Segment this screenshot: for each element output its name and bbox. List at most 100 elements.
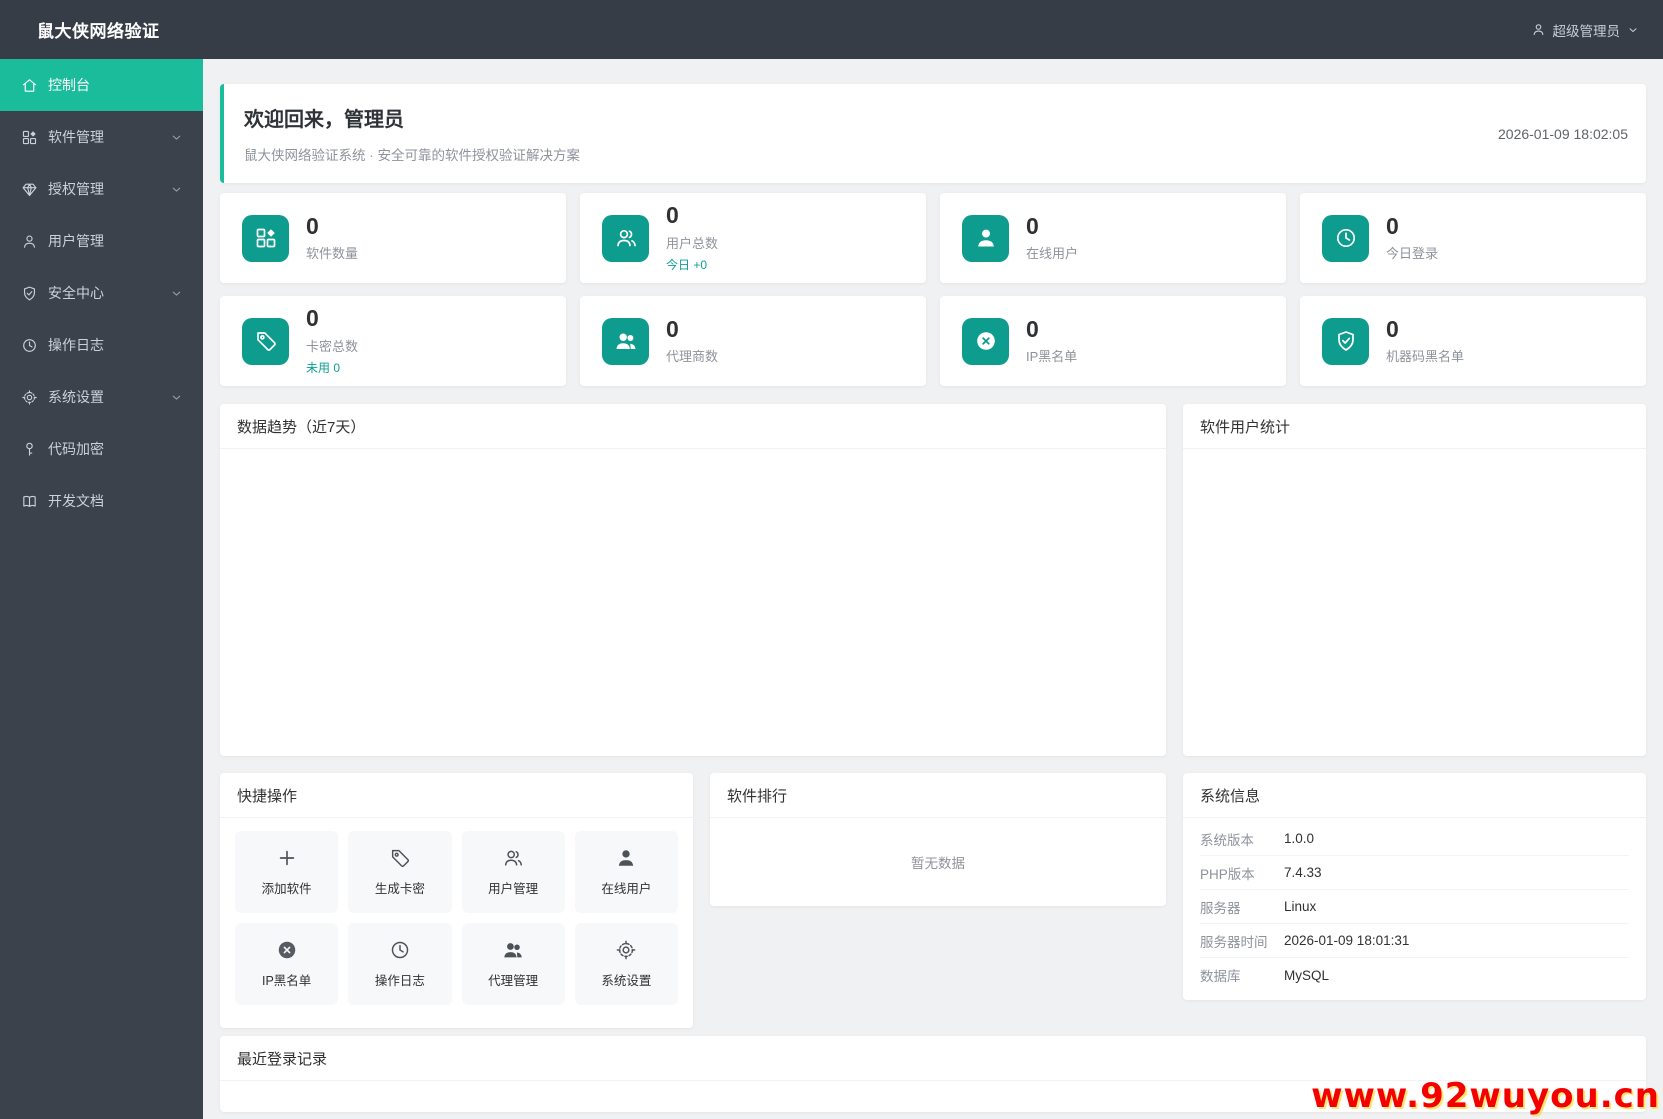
sidebar-item-security[interactable]: 安全中心 xyxy=(0,267,203,319)
stat-card-software-count: 0 软件数量 xyxy=(220,193,566,283)
system-info-row: 服务器时间 2026-01-09 18:01:31 xyxy=(1200,924,1629,958)
stat-label: 在线用户 xyxy=(1026,246,1079,262)
users-filled-icon xyxy=(602,317,649,365)
key-icon xyxy=(26,442,33,456)
grid-icon xyxy=(242,214,289,262)
book-icon xyxy=(23,495,36,507)
home-icon xyxy=(22,78,37,92)
user-filled-icon xyxy=(619,850,634,866)
sidebar-item-label: 安全中心 xyxy=(48,285,104,301)
topbar: 鼠大侠网络验证 超级管理员 xyxy=(0,0,1663,59)
stat-value: 0 xyxy=(666,315,679,342)
current-time: 2026-01-09 18:02:05 xyxy=(1498,125,1628,142)
circle-x-icon xyxy=(278,941,295,959)
panel-title: 数据趋势（近7天） xyxy=(220,404,1166,449)
users-icon xyxy=(602,214,649,262)
system-settings-button[interactable]: 系统设置 xyxy=(574,923,678,1005)
stat-value: 0 xyxy=(306,305,319,332)
system-info-row: 系统版本 1.0.0 xyxy=(1200,822,1629,856)
stat-sub: 今日 +0 xyxy=(666,257,708,272)
plus-icon xyxy=(279,850,294,866)
stat-label: 代理商数 xyxy=(666,349,719,365)
welcome-subtitle: 鼠大侠网络验证系统 · 安全可靠的软件授权验证解决方案 xyxy=(244,148,580,163)
watermark: www.92wuyou.cn xyxy=(1311,1076,1660,1116)
stats-row-2: 0 卡密总数未用 0 0 代理商数 0 IP黑名单 0 机器码黑名单 xyxy=(220,296,1646,386)
sidebar-item-software[interactable]: 软件管理 xyxy=(0,111,203,163)
sidebar-item-label: 控制台 xyxy=(48,77,90,93)
sidebar-item-label: 用户管理 xyxy=(48,233,104,249)
panel-title: 系统信息 xyxy=(1183,773,1646,818)
gear-icon xyxy=(22,389,37,405)
stat-label: 今日登录 xyxy=(1386,246,1439,262)
stat-value: 0 xyxy=(1386,212,1399,239)
sidebar-item-label: 代码加密 xyxy=(48,441,104,457)
chevron-down-icon xyxy=(1627,24,1639,36)
stat-label: IP黑名单 xyxy=(1026,349,1078,365)
sidebar-item-logs[interactable]: 操作日志 xyxy=(0,319,203,371)
software-users-panel: 软件用户统计 xyxy=(1183,404,1646,756)
panel-title: 快捷操作 xyxy=(220,773,693,818)
quick-actions-grid: 添加软件 生成卡密 用户管理 在线用户 IP黑名单 操作日志 代理管理 系统设置 xyxy=(235,831,678,1005)
sidebar: 控制台 软件管理 授权管理 用户管理 安全中心 操作日志 系统设置 代码加密 开… xyxy=(0,59,203,1119)
clock-icon xyxy=(1322,214,1369,262)
gear-icon xyxy=(617,940,636,960)
user-management-button[interactable]: 用户管理 xyxy=(461,831,565,913)
agent-management-button[interactable]: 代理管理 xyxy=(461,923,565,1005)
system-info-list: 系统版本 1.0.0 PHP版本 7.4.33 服务器 Linux 服务器时间 2026… xyxy=(1183,818,1646,992)
chevron-down-icon xyxy=(172,395,181,400)
sidebar-item-settings[interactable]: 系统设置 xyxy=(0,371,203,423)
tag-icon xyxy=(242,317,289,365)
stat-label: 卡密总数 xyxy=(306,338,359,354)
stat-card-agents: 0 代理商数 xyxy=(580,296,926,386)
online-users-button[interactable]: 在线用户 xyxy=(574,831,678,913)
users-filled-icon xyxy=(504,943,522,958)
sidebar-item-label: 系统设置 xyxy=(48,389,104,405)
users-icon xyxy=(505,850,523,866)
software-ranking-panel: 软件排行 暂无数据 xyxy=(710,773,1166,906)
system-info-panel: 系统信息 系统版本 1.0.0 PHP版本 7.4.33 服务器 Linux 服务器时… xyxy=(1183,773,1646,1000)
sidebar-item-label: 开发文档 xyxy=(48,493,104,509)
operation-logs-button[interactable]: 操作日志 xyxy=(348,923,452,1005)
sidebar-item-dashboard[interactable]: 控制台 xyxy=(0,59,203,111)
trend-chart-panel: 数据趋势（近7天） xyxy=(220,404,1166,756)
gem-icon xyxy=(22,183,37,196)
chevron-down-icon xyxy=(172,135,181,140)
chevron-down-icon xyxy=(172,187,181,192)
stat-card-machine-blacklist: 0 机器码黑名单 xyxy=(1300,296,1646,386)
add-software-button[interactable]: 添加软件 xyxy=(235,831,339,913)
sidebar-item-label: 操作日志 xyxy=(48,337,104,353)
sidebar-item-label: 软件管理 xyxy=(48,129,104,145)
sidebar-item-users[interactable]: 用户管理 xyxy=(0,215,203,267)
generate-keys-button[interactable]: 生成卡密 xyxy=(348,831,452,913)
sidebar-item-license[interactable]: 授权管理 xyxy=(0,163,203,215)
stat-label: 用户总数 xyxy=(666,235,719,251)
sidebar-item-label: 授权管理 xyxy=(48,181,104,197)
shield-check-icon xyxy=(1322,317,1369,365)
system-info-row: 服务器 Linux xyxy=(1200,890,1629,924)
panel-title: 软件用户统计 xyxy=(1183,404,1646,449)
panel-title: 最近登录记录 xyxy=(220,1036,1646,1081)
chevron-down-icon xyxy=(172,291,181,296)
stat-card-online-users: 0 在线用户 xyxy=(940,193,1286,283)
stat-card-today-logins: 0 今日登录 xyxy=(1300,193,1646,283)
stat-value: 0 xyxy=(1386,315,1399,342)
app-title: 鼠大侠网络验证 xyxy=(37,22,160,41)
panel-title: 软件排行 xyxy=(710,773,1166,818)
grid-icon xyxy=(22,130,37,144)
user-icon xyxy=(23,235,36,248)
stat-value: 0 xyxy=(666,202,679,229)
sidebar-item-docs[interactable]: 开发文档 xyxy=(0,475,203,527)
user-filled-icon xyxy=(962,214,1009,262)
stat-value: 0 xyxy=(1026,212,1039,239)
empty-state-text: 暂无数据 xyxy=(911,856,965,871)
stat-sub: 未用 0 xyxy=(306,360,341,375)
stats-row-1: 0 软件数量 0 用户总数今日 +0 0 在线用户 0 今日登录 xyxy=(220,193,1646,283)
person-icon xyxy=(1531,22,1546,37)
welcome-card: 欢迎回来，管理员 鼠大侠网络验证系统 · 安全可靠的软件授权验证解决方案 202… xyxy=(220,84,1646,183)
shield-check-icon xyxy=(23,286,36,300)
sidebar-item-encryption[interactable]: 代码加密 xyxy=(0,423,203,475)
user-menu[interactable]: 超级管理员 xyxy=(1531,20,1640,40)
main-content: 欢迎回来，管理员 鼠大侠网络验证系统 · 安全可靠的软件授权验证解决方案 202… xyxy=(203,59,1663,1119)
clock-icon xyxy=(391,941,409,959)
ip-blacklist-button[interactable]: IP黑名单 xyxy=(235,923,339,1005)
